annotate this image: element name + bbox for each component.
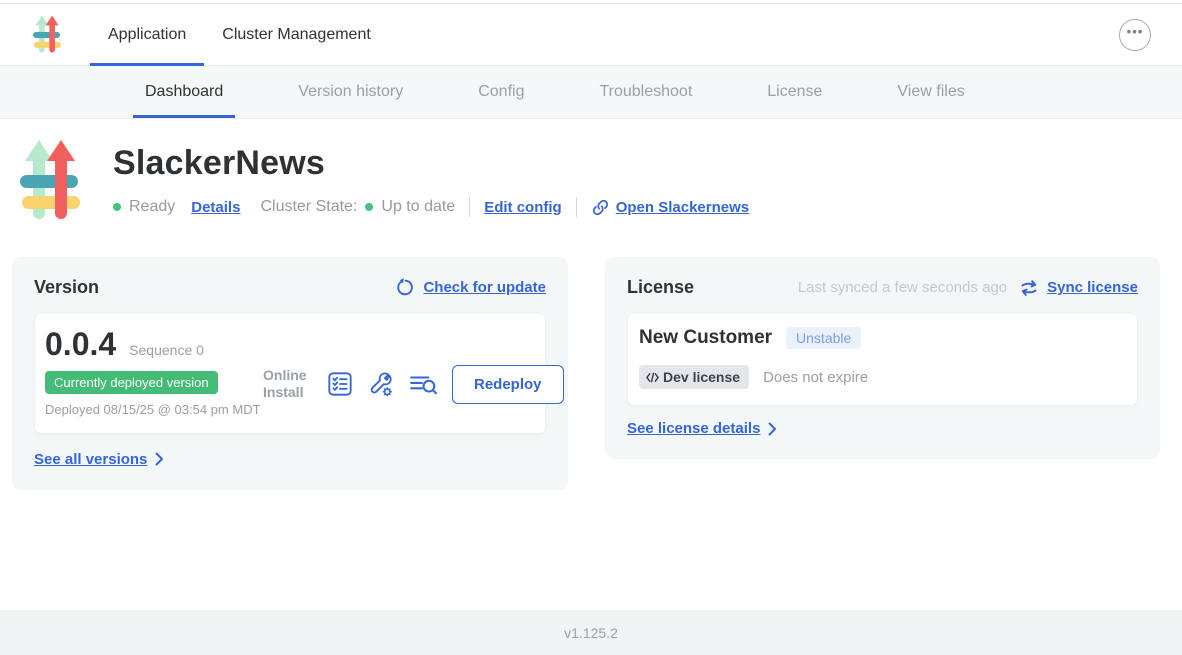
edit-config-link[interactable]: Edit config bbox=[484, 199, 562, 216]
license-card: License Last synced a few seconds ago Sy… bbox=[605, 257, 1160, 459]
redeploy-button[interactable]: Redeploy bbox=[452, 365, 564, 404]
status-details-link[interactable]: Details bbox=[191, 199, 240, 216]
tab-application-label: Application bbox=[108, 26, 186, 44]
license-meta-row: Dev license Does not expire bbox=[639, 365, 1123, 389]
install-type-label: Online Install bbox=[263, 367, 313, 402]
license-type-badge: Dev license bbox=[639, 365, 749, 389]
code-icon bbox=[645, 371, 660, 384]
check-update-group[interactable]: Check for update bbox=[396, 278, 546, 297]
link-icon bbox=[591, 198, 610, 217]
current-version-panel: 0.0.4 Sequence 0 Currently deployed vers… bbox=[34, 313, 546, 434]
header-tabs: Application Cluster Management bbox=[90, 4, 389, 65]
app-header: Application Cluster Management ••• bbox=[0, 4, 1182, 66]
app-status-row: Ready Details Cluster State: Up to date … bbox=[113, 197, 749, 217]
see-all-versions-group[interactable]: See all versions bbox=[34, 451, 546, 468]
version-actions: Online Install bbox=[263, 341, 564, 404]
tab-cluster-management-label: Cluster Management bbox=[222, 26, 371, 44]
tab-version-history[interactable]: Version history bbox=[286, 66, 415, 118]
app-status-dot bbox=[113, 203, 121, 211]
last-synced-text: Last synced a few seconds ago bbox=[798, 279, 1007, 296]
version-number-row: 0.0.4 Sequence 0 bbox=[45, 326, 263, 363]
deployed-timestamp: Deployed 08/15/25 @ 03:54 pm MDT bbox=[45, 401, 263, 419]
open-app-link-group[interactable]: Open Slackernews bbox=[591, 198, 749, 217]
chevron-right-icon bbox=[155, 452, 164, 466]
license-card-header: License Last synced a few seconds ago Sy… bbox=[627, 277, 1138, 298]
cluster-state-value: Up to date bbox=[381, 198, 455, 216]
channel-badge: Unstable bbox=[786, 327, 861, 349]
page-title: SlackerNews bbox=[113, 144, 749, 183]
app-footer: v1.125.2 bbox=[0, 610, 1182, 655]
app-subnav: Dashboard Version history Config Trouble… bbox=[0, 66, 1182, 119]
see-all-versions-link[interactable]: See all versions bbox=[34, 451, 147, 468]
tab-license[interactable]: License bbox=[755, 66, 834, 118]
license-panel: New Customer Unstable Dev license bbox=[627, 313, 1138, 406]
deployed-badge: Currently deployed version bbox=[45, 371, 218, 394]
tab-version-history-label: Version history bbox=[298, 83, 403, 101]
tab-config-label: Config bbox=[478, 83, 524, 101]
admin-console-page: Application Cluster Management ••• Dashb… bbox=[0, 0, 1182, 655]
slackernews-logo-icon bbox=[33, 13, 61, 57]
divider bbox=[469, 197, 470, 217]
sync-icon bbox=[1019, 279, 1039, 297]
configure-icon[interactable] bbox=[367, 371, 394, 398]
open-app-link[interactable]: Open Slackernews bbox=[616, 199, 749, 216]
app-title-block: SlackerNews Ready Details Cluster State:… bbox=[20, 139, 1182, 224]
chevron-right-icon bbox=[768, 422, 777, 436]
tab-dashboard-label: Dashboard bbox=[145, 83, 223, 101]
customer-name: New Customer bbox=[639, 327, 772, 349]
version-info: 0.0.4 Sequence 0 Currently deployed vers… bbox=[45, 326, 263, 419]
see-license-details-group[interactable]: See license details bbox=[627, 420, 1138, 437]
dashboard-cards: Version Check for update 0.0.4 Seque bbox=[12, 257, 1160, 490]
license-name-row: New Customer Unstable bbox=[639, 327, 1123, 349]
slackernews-app-icon bbox=[20, 139, 80, 224]
tab-cluster-management[interactable]: Cluster Management bbox=[204, 4, 389, 65]
tab-application[interactable]: Application bbox=[90, 4, 204, 65]
view-files-icon[interactable] bbox=[409, 372, 437, 396]
version-number: 0.0.4 bbox=[45, 326, 116, 363]
version-card-title: Version bbox=[34, 277, 99, 298]
version-card: Version Check for update 0.0.4 Seque bbox=[12, 257, 568, 490]
cluster-state-dot bbox=[365, 203, 373, 211]
sync-license-group: Last synced a few seconds ago Sync licen… bbox=[798, 279, 1138, 297]
license-expiry: Does not expire bbox=[763, 369, 868, 386]
license-type-label: Dev license bbox=[663, 369, 740, 385]
sequence-label: Sequence 0 bbox=[129, 342, 204, 358]
see-license-details-link[interactable]: See license details bbox=[627, 420, 760, 437]
tab-license-label: License bbox=[767, 83, 822, 101]
overflow-menu-button[interactable]: ••• bbox=[1119, 19, 1151, 51]
app-status-text: Ready bbox=[129, 198, 175, 216]
tab-view-files[interactable]: View files bbox=[885, 66, 976, 118]
ellipsis-icon: ••• bbox=[1127, 24, 1144, 39]
tab-troubleshoot[interactable]: Troubleshoot bbox=[587, 66, 704, 118]
tab-view-files-label: View files bbox=[897, 83, 964, 101]
tab-config[interactable]: Config bbox=[466, 66, 536, 118]
header-right: ••• bbox=[1119, 4, 1151, 65]
console-version: v1.125.2 bbox=[564, 625, 618, 641]
sync-license-link[interactable]: Sync license bbox=[1047, 279, 1138, 296]
app-block-text: SlackerNews Ready Details Cluster State:… bbox=[113, 139, 749, 224]
refresh-icon bbox=[396, 278, 415, 297]
version-card-header: Version Check for update bbox=[34, 277, 546, 298]
tab-dashboard[interactable]: Dashboard bbox=[133, 66, 235, 118]
cluster-state-label: Cluster State: bbox=[260, 198, 357, 216]
divider bbox=[576, 197, 577, 217]
tab-troubleshoot-label: Troubleshoot bbox=[599, 83, 692, 101]
preflight-checks-icon[interactable] bbox=[328, 372, 352, 396]
check-for-update-link[interactable]: Check for update bbox=[423, 279, 546, 296]
license-card-title: License bbox=[627, 277, 694, 298]
